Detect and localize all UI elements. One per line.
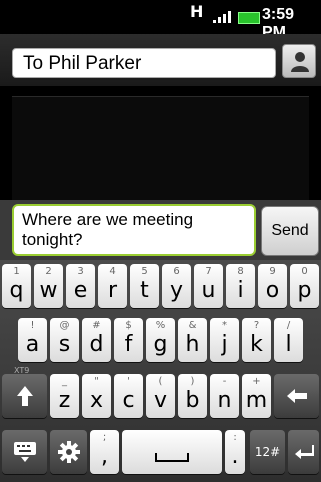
- key-t[interactable]: 5t: [130, 264, 159, 308]
- battery-icon: [238, 12, 260, 24]
- gear-icon: [50, 430, 87, 474]
- keyboard-hide-key[interactable]: [2, 430, 47, 474]
- conversation-area: [12, 96, 309, 201]
- contact-person-icon: [291, 52, 309, 72]
- key-a[interactable]: ! a: [18, 318, 47, 362]
- on-screen-keyboard: 1q 2w 3e 4r 5t 6y 7u 8i 9o 0p ! a @ s # d $…: [0, 260, 321, 482]
- settings-key[interactable]: [50, 430, 87, 474]
- recipient-header: To Phil Parker: [0, 34, 321, 86]
- key-n[interactable]: -n: [210, 374, 239, 418]
- send-button[interactable]: Send: [261, 206, 319, 256]
- key-z[interactable]: _ z: [50, 374, 79, 418]
- key-b[interactable]: ) b: [178, 374, 207, 418]
- message-input[interactable]: Where are we meeting tonight?: [12, 204, 256, 256]
- key-w[interactable]: 2w: [34, 264, 63, 308]
- key-h[interactable]: & h: [178, 318, 207, 362]
- key-l[interactable]: / l: [274, 318, 303, 362]
- key-j[interactable]: * j: [210, 318, 239, 362]
- key-f[interactable]: $ f: [114, 318, 143, 362]
- key-period[interactable]: :.: [225, 430, 245, 474]
- space-bar-icon: [122, 446, 222, 468]
- space-key[interactable]: [122, 430, 222, 474]
- enter-arrow-icon: [288, 430, 319, 474]
- recipient-field[interactable]: To Phil Parker: [12, 48, 276, 78]
- shift-key[interactable]: [2, 374, 47, 418]
- key-m[interactable]: + m: [242, 374, 271, 418]
- key-c[interactable]: ' c: [114, 374, 143, 418]
- compose-bar: Where are we meeting tonight? Send: [0, 200, 321, 260]
- key-o[interactable]: 9o: [258, 264, 287, 308]
- key-q[interactable]: 1q: [2, 264, 31, 308]
- key-g[interactable]: % g: [146, 318, 175, 362]
- symbols-key[interactable]: 12#: [250, 430, 285, 474]
- enter-key[interactable]: [288, 430, 319, 474]
- key-d[interactable]: # d: [82, 318, 111, 362]
- key-v[interactable]: (v: [146, 374, 175, 418]
- backspace-arrow-icon: [274, 374, 319, 418]
- key-r[interactable]: 4r: [98, 264, 127, 308]
- key-s[interactable]: @ s: [50, 318, 79, 362]
- network-type-label: H: [190, 2, 204, 21]
- signal-strength-icon: [213, 9, 237, 23]
- status-bar: H 3:59 PM: [0, 0, 321, 41]
- key-y[interactable]: 6y: [162, 264, 191, 308]
- key-comma[interactable]: ;,: [90, 430, 119, 474]
- keyboard-hide-icon: [2, 430, 47, 474]
- key-p[interactable]: 0p: [290, 264, 319, 308]
- key-e[interactable]: 3e: [66, 264, 95, 308]
- key-x[interactable]: " x: [82, 374, 111, 418]
- backspace-key[interactable]: [274, 374, 319, 418]
- key-u[interactable]: 7u: [194, 264, 223, 308]
- key-k[interactable]: ? k: [242, 318, 271, 362]
- key-i[interactable]: 8i: [226, 264, 255, 308]
- shift-arrow-icon: [2, 374, 47, 418]
- contact-picker-button[interactable]: [282, 44, 316, 78]
